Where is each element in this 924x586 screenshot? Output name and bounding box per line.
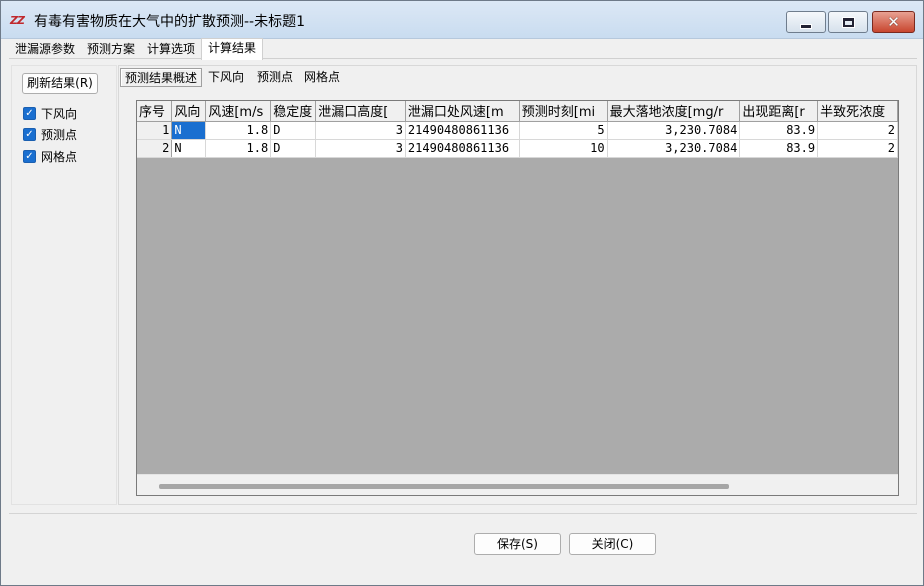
table-cell[interactable]: 5 <box>519 121 608 140</box>
table-cell[interactable]: N <box>171 139 207 158</box>
maximize-icon <box>841 16 855 28</box>
table-cell[interactable]: D <box>270 139 317 158</box>
table-row[interactable]: 1 N 1.8 D 3 21490480861136 5 3,230.7084 … <box>137 121 898 140</box>
footer-divider <box>9 513 917 514</box>
table-cell[interactable]: 10 <box>519 139 608 158</box>
table-cell[interactable]: D <box>270 121 317 140</box>
column-header[interactable]: 泄漏口高度[ <box>315 101 406 122</box>
tab-prediction-scheme[interactable]: 预测方案 <box>81 40 141 59</box>
table-cell[interactable]: 2 <box>817 139 898 158</box>
save-button[interactable]: 保存(S) <box>474 533 561 555</box>
table-cell[interactable]: 21490480861136 <box>405 121 520 140</box>
table-cell[interactable]: 3,230.7084 <box>607 139 741 158</box>
scrollbar-thumb[interactable] <box>159 484 729 489</box>
column-header[interactable]: 预测时刻[mi <box>519 101 608 122</box>
row-number[interactable]: 1 <box>137 121 173 140</box>
tab-calc-results[interactable]: 计算结果 <box>201 38 264 60</box>
checkbox-predict-point[interactable]: ✓ <box>23 127 36 141</box>
table-header-row: 序号 风向 风速[m/s 稳定度 泄漏口高度[ 泄漏口处风速[m 预测时刻[mi… <box>137 101 898 122</box>
table-cell[interactable]: 83.9 <box>739 139 819 158</box>
grid-point-checkbox-row[interactable]: ✓ 网格点 <box>23 147 77 165</box>
table-cell[interactable]: 2 <box>817 121 898 140</box>
subtab-downwind[interactable]: 下风向 <box>204 68 248 87</box>
column-header[interactable]: 稳定度 <box>270 101 317 122</box>
column-header[interactable]: 最大落地浓度[mg/r <box>607 101 741 122</box>
table-cell[interactable]: 83.9 <box>739 121 819 140</box>
row-number[interactable]: 2 <box>137 139 173 158</box>
column-header[interactable]: 半致死浓度 <box>817 101 898 122</box>
column-header[interactable]: 序号 <box>137 101 173 122</box>
table-cell[interactable]: N <box>171 121 207 140</box>
results-grid[interactable]: 序号 风向 风速[m/s 稳定度 泄漏口高度[ 泄漏口处风速[m 预测时刻[mi… <box>136 100 899 496</box>
predict-point-checkbox-row[interactable]: ✓ 预测点 <box>23 125 77 143</box>
table-cell[interactable]: 3,230.7084 <box>607 121 741 140</box>
close-window-button[interactable]: ✕ <box>872 11 915 33</box>
horizontal-scrollbar[interactable] <box>137 474 898 495</box>
checkbox-label: 下风向 <box>41 106 78 121</box>
app-logo-icon: ZZ <box>10 14 25 27</box>
column-header[interactable]: 泄漏口处风速[m <box>405 101 520 122</box>
table-cell[interactable]: 1.8 <box>205 139 272 158</box>
checkbox-label: 网格点 <box>41 149 78 164</box>
table-cell[interactable]: 3 <box>315 139 406 158</box>
minimize-icon <box>800 23 812 29</box>
window-title: 有毒有害物质在大气中的扩散预测--未标题1 <box>34 14 306 30</box>
table-cell[interactable]: 21490480861136 <box>405 139 520 158</box>
column-header[interactable]: 出现距离[r <box>739 101 819 122</box>
downwind-checkbox-row[interactable]: ✓ 下风向 <box>23 104 77 122</box>
column-header[interactable]: 风向 <box>171 101 207 122</box>
app-window: ZZ 有毒有害物质在大气中的扩散预测--未标题1 ✕ 泄漏源参数 预测方案 计算… <box>0 0 924 586</box>
close-button[interactable]: 关闭(C) <box>569 533 656 555</box>
close-icon: ✕ <box>887 12 900 31</box>
subtab-grid-point[interactable]: 网格点 <box>300 68 344 87</box>
table-row[interactable]: 2 N 1.8 D 3 21490480861136 10 3,230.7084… <box>137 139 898 158</box>
refresh-results-button[interactable]: 刷新结果(R) <box>22 73 98 94</box>
table-cell[interactable]: 1.8 <box>205 121 272 140</box>
subtab-predict-point[interactable]: 预测点 <box>253 68 297 87</box>
table-cell[interactable]: 3 <box>315 121 406 140</box>
minimize-button[interactable] <box>786 11 826 33</box>
subtab-overview[interactable]: 预测结果概述 <box>120 68 203 87</box>
checkbox-downwind[interactable]: ✓ <box>23 106 36 120</box>
tab-leak-source-params[interactable]: 泄漏源参数 <box>9 40 81 59</box>
results-table: 序号 风向 风速[m/s 稳定度 泄漏口高度[ 泄漏口处风速[m 预测时刻[mi… <box>137 101 898 158</box>
column-header[interactable]: 风速[m/s <box>205 101 272 122</box>
checkbox-label: 预测点 <box>41 127 78 142</box>
maximize-button[interactable] <box>828 11 868 33</box>
title-bar[interactable]: ZZ 有毒有害物质在大气中的扩散预测--未标题1 ✕ <box>1 1 923 39</box>
checkbox-grid-point[interactable]: ✓ <box>23 149 36 163</box>
main-tab-bar: 泄漏源参数 预测方案 计算选项 计算结果 <box>9 38 917 60</box>
tab-calc-options[interactable]: 计算选项 <box>141 40 201 59</box>
